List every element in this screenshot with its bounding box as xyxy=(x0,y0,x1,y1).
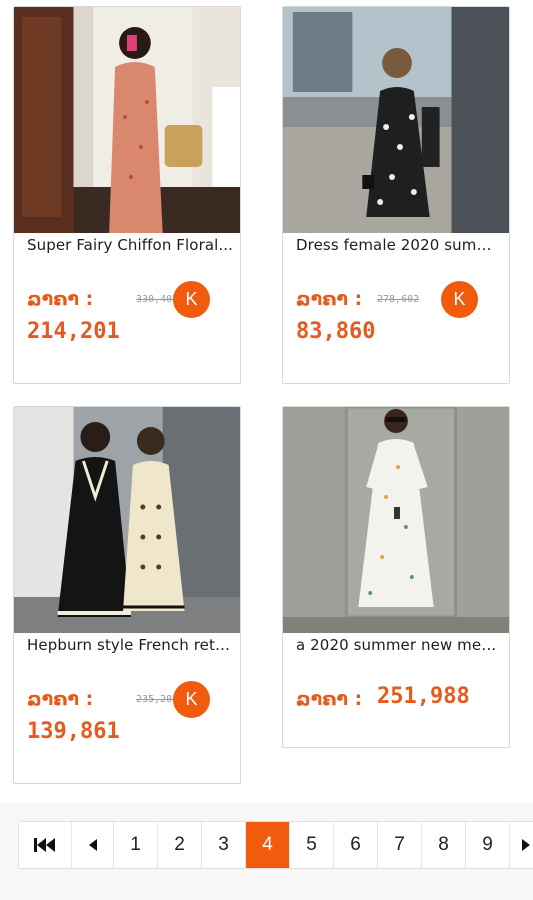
page-5-button[interactable]: 5 xyxy=(290,822,334,868)
sale-price: 83,860 xyxy=(296,319,376,344)
page-9-button[interactable]: 9 xyxy=(466,822,510,868)
page-3-button[interactable]: 3 xyxy=(202,822,246,868)
product-card[interactable]: a 2020 summer new mes... ລາຄາ : 251,988 xyxy=(282,406,510,748)
product-image[interactable] xyxy=(283,7,509,233)
price-label: ລາຄາ : xyxy=(27,288,94,310)
product-grid: Super Fairy Chiffon Floral... ລາຄາ : 330… xyxy=(0,0,533,800)
price-label: ລາຄາ : xyxy=(27,688,94,710)
pagination: 1 2 3 4 5 6 7 8 9 xyxy=(18,821,533,869)
product-image[interactable] xyxy=(14,7,240,233)
k-badge-icon: K xyxy=(173,681,210,718)
product-image[interactable] xyxy=(14,407,240,633)
page-2-button[interactable]: 2 xyxy=(158,822,202,868)
sale-price: 139,861 xyxy=(27,719,120,744)
sale-price: 214,201 xyxy=(27,319,120,344)
product-card[interactable]: Hepburn style French retr... ລາຄາ : 235,… xyxy=(13,406,241,784)
caret-left-icon xyxy=(88,839,97,851)
page-4-button-current[interactable]: 4 xyxy=(246,822,290,868)
original-price: 235,201 xyxy=(136,694,179,705)
product-image[interactable] xyxy=(283,407,509,633)
page-7-button[interactable]: 7 xyxy=(378,822,422,868)
price-label: ລາຄາ : xyxy=(296,688,363,710)
page-8-button[interactable]: 8 xyxy=(422,822,466,868)
original-price: 278,602 xyxy=(377,294,420,305)
product-title[interactable]: Hepburn style French retr... xyxy=(27,636,234,654)
page-1-button[interactable]: 1 xyxy=(114,822,158,868)
product-title[interactable]: Dress female 2020 summ... xyxy=(296,236,503,254)
skip-to-first-icon xyxy=(34,838,55,852)
first-page-button[interactable] xyxy=(19,822,72,868)
previous-page-button[interactable] xyxy=(72,822,114,868)
sale-price: 251,988 xyxy=(377,684,470,709)
next-page-button[interactable] xyxy=(510,822,533,868)
product-title[interactable]: a 2020 summer new mes... xyxy=(296,636,503,654)
original-price: 330,402 xyxy=(136,294,179,305)
price-label: ລາຄາ : xyxy=(296,288,363,310)
k-badge-icon: K xyxy=(441,281,478,318)
page-6-button[interactable]: 6 xyxy=(334,822,378,868)
product-card[interactable]: Super Fairy Chiffon Floral... ລາຄາ : 330… xyxy=(13,6,241,384)
product-title[interactable]: Super Fairy Chiffon Floral... xyxy=(27,236,234,254)
caret-right-icon xyxy=(522,839,530,851)
product-card[interactable]: Dress female 2020 summ... ລາຄາ : 278,602… xyxy=(282,6,510,384)
k-badge-icon: K xyxy=(173,281,210,318)
